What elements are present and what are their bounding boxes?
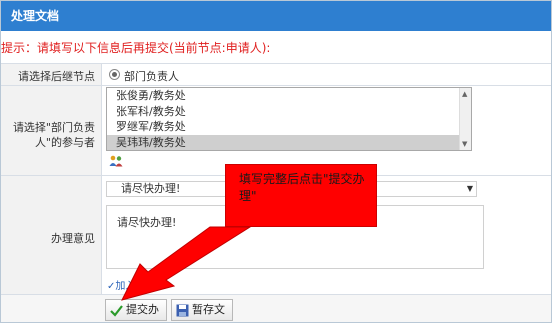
next-node-label: 请选择后继节点 [18,70,95,83]
submit-button-label: 提交办理 [126,303,159,316]
save-draft-button[interactable]: 暂存文档 [171,299,233,321]
next-node-label-cell: 请选择后继节点 [1,64,102,85]
add-to-common-link[interactable]: ✓加入到常 [107,277,155,292]
submit-button[interactable]: 提交办理 [105,299,167,321]
opinion-label: 办理意见 [51,232,95,245]
users-picker-icon[interactable] [109,155,123,167]
participant-option[interactable]: 罗继军/教务处 [107,119,471,135]
opinion-label-cell: 办理意见 [1,176,102,294]
chevron-down-icon: ▼ [466,184,473,193]
instruction-hint: 提示：请填写以下信息后再提交(当前节点:申请人): [1,41,271,55]
annotation-callout: 填写完整后点击"提交办理" [225,164,377,227]
participant-option[interactable]: 张军科/教务处 [107,104,471,120]
participant-option-selected[interactable]: 吴玮玮/教务处 [107,134,471,150]
dialog-title: 处理文档 [11,9,60,23]
next-node-option-label: 部门负责人 [124,70,179,83]
next-node-radio[interactable] [109,69,120,80]
participants-label-line1: 请选择"部门负责 [12,121,95,134]
scroll-down-arrow-icon[interactable]: ▼ [462,140,467,148]
scroll-up-arrow-icon[interactable]: ▲ [462,90,467,98]
participants-label-line2: 人"的参与者 [34,136,95,149]
dialog-titlebar: 处理文档 [1,1,551,31]
process-document-dialog: 处理文档 提示：请填写以下信息后再提交(当前节点:申请人): 请选择后继节点 部… [0,0,552,323]
save-draft-button-label: 暂存文档 [192,303,225,316]
save-disk-icon [176,304,189,317]
listbox-scrollbar[interactable]: ▲ ▼ [459,88,471,150]
participant-option[interactable]: 张俊勇/教务处 [107,88,471,104]
button-bar: 提交办理 暂存文档 [1,294,551,322]
check-icon [110,305,123,317]
next-node-row: 请选择后继节点 部门负责人 [1,63,551,85]
participants-listbox[interactable]: 张俊勇/教务处 张军科/教务处 罗继军/教务处 吴玮玮/教务处 ▲ ▼ [106,87,472,151]
participants-label-cell: 请选择"部门负责 人"的参与者 [1,86,102,175]
common-opinion-value: 请尽快办理! [121,182,181,195]
